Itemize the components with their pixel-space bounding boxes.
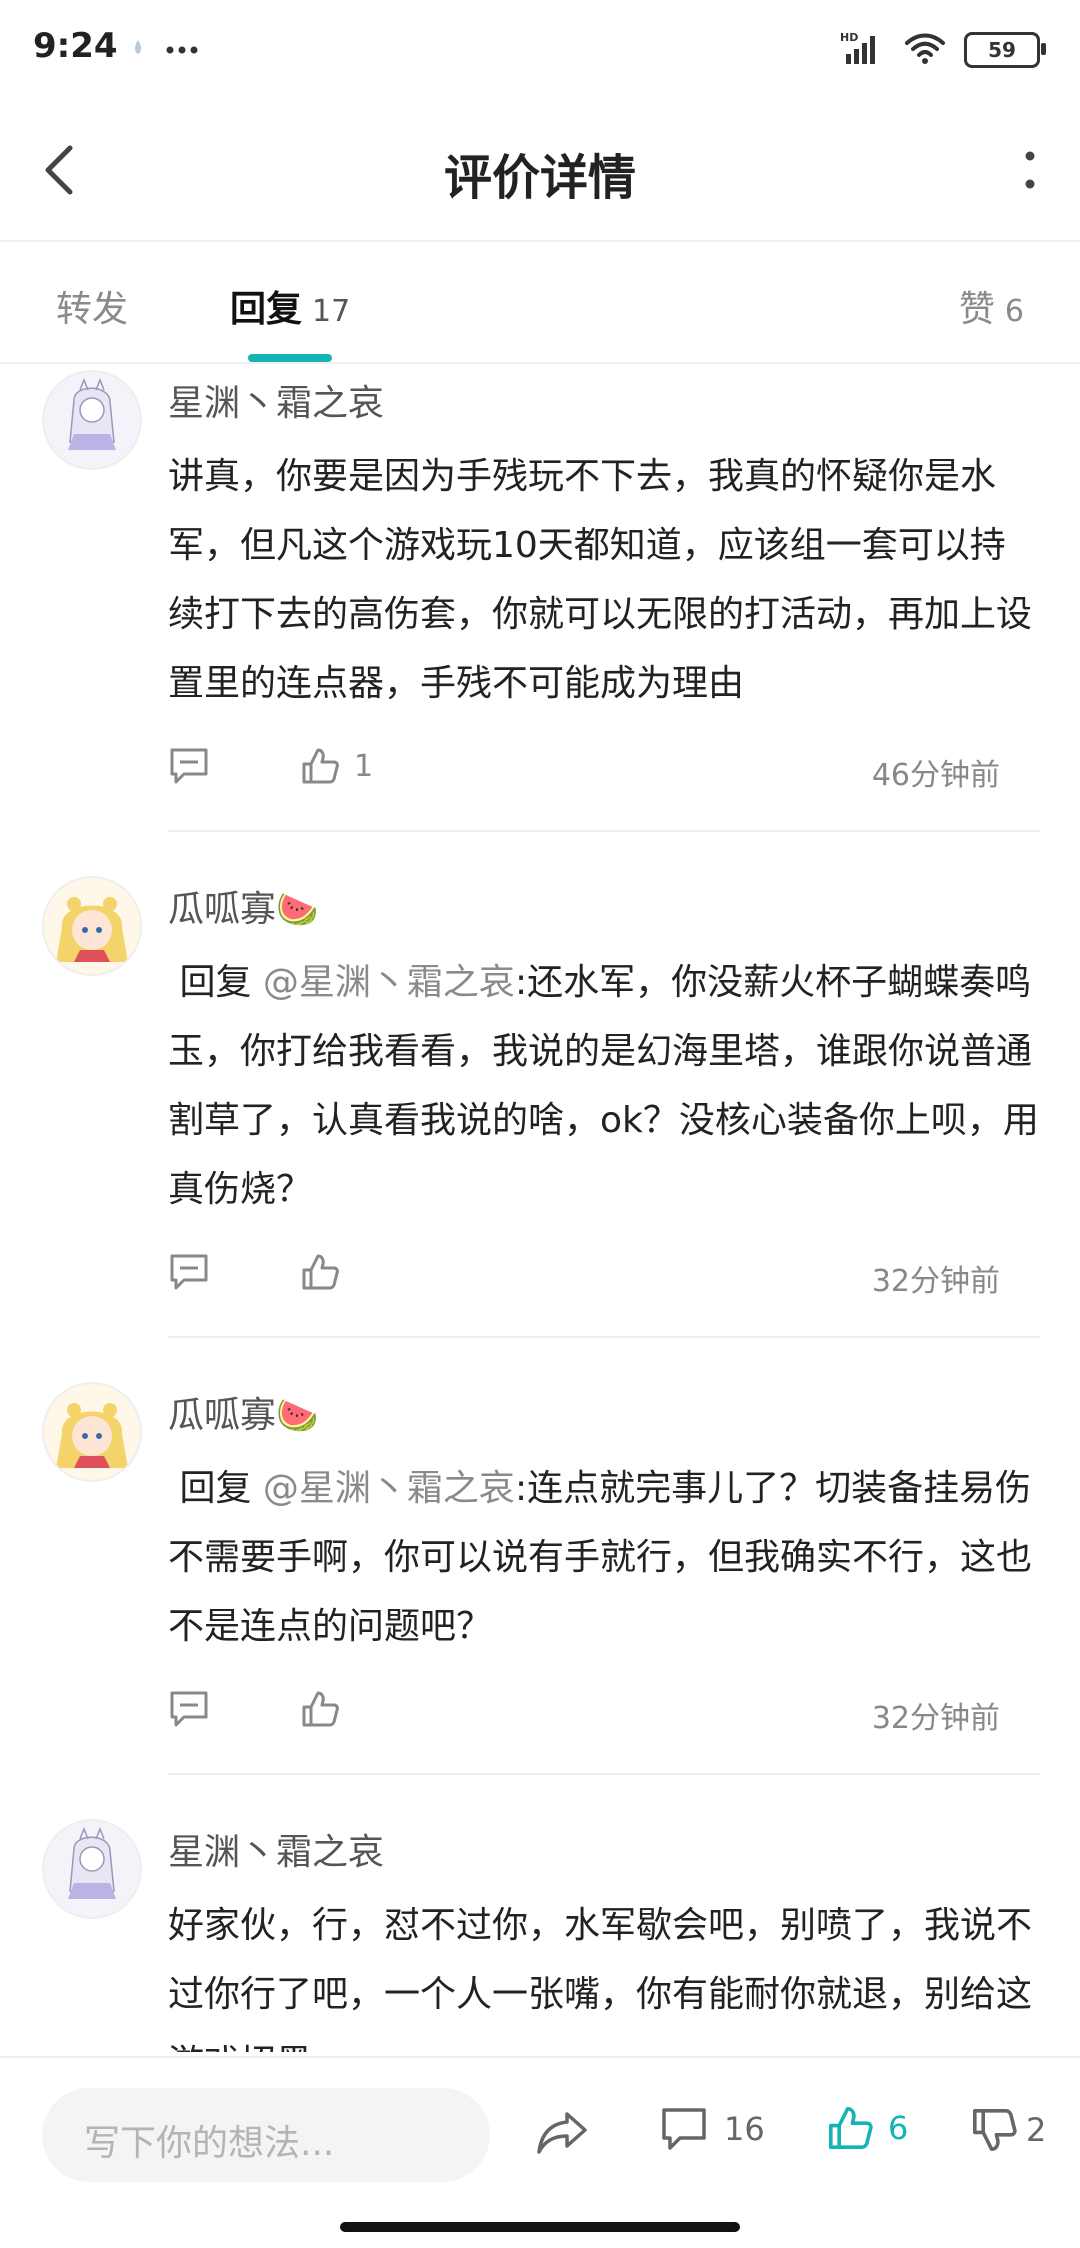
comment-item: 星渊丶霜之哀 好家伙，行，怼不过你，水军歇会吧，别喷了，我说不过你行了吧，一个人… bbox=[0, 1775, 1080, 2052]
signal-icon: HD bbox=[840, 30, 886, 70]
mention-link[interactable]: @星渊丶霜之哀 bbox=[263, 962, 515, 1003]
dislike-count: 2 bbox=[1026, 2111, 1047, 2149]
comment-time: 46分钟前 bbox=[871, 758, 1000, 793]
more-options-icon[interactable] bbox=[1020, 150, 1040, 190]
thumbs-up-icon bbox=[302, 1691, 339, 1727]
thumbs-up-icon bbox=[829, 2107, 873, 2149]
comment-actions: 32分钟前 bbox=[168, 1675, 1040, 1755]
tab-like-label: 赞 bbox=[958, 289, 995, 330]
comment-body: 好家伙，行，怼不过你，水军歇会吧，别喷了，我说不过你行了吧，一个人一张嘴，你有能… bbox=[168, 1905, 1033, 2052]
watermelon-emoji: 🍉 bbox=[276, 1396, 319, 1436]
comment-button[interactable]: 16 bbox=[660, 2106, 765, 2152]
svg-text:HD: HD bbox=[840, 31, 858, 44]
wifi-icon bbox=[904, 31, 946, 69]
reply-icon[interactable] bbox=[168, 1252, 210, 1296]
comment-input-placeholder: 写下你的想法... bbox=[84, 2123, 335, 2164]
comment-username[interactable]: 星渊丶霜之哀 bbox=[168, 1823, 1040, 1883]
comment-body: 讲真，你要是因为手残玩不下去，我真的怀疑你是水军，但凡这个游戏玩10天都知道，应… bbox=[168, 456, 1033, 704]
like-button[interactable]: 1 bbox=[300, 746, 373, 786]
reply-prefix: 回复 bbox=[179, 1468, 252, 1509]
comment-username[interactable]: 星渊丶霜之哀 bbox=[168, 374, 1040, 434]
comment-input[interactable]: 写下你的想法... bbox=[42, 2088, 490, 2182]
comment-item: 瓜呱寡🍉 回复 @星渊丶霜之哀:还水军，你没薪火杯子蝴蝶奏鸣玉，你打给我看看，我… bbox=[0, 832, 1080, 1338]
status-bar: 9:24 HD 59 bbox=[0, 0, 1080, 100]
avatar[interactable] bbox=[42, 370, 142, 470]
like-button[interactable]: 6 bbox=[826, 2104, 908, 2152]
dislike-button[interactable]: 2 bbox=[970, 2106, 1046, 2154]
like-count: 6 bbox=[888, 2109, 909, 2147]
comment-time: 32分钟前 bbox=[871, 1701, 1000, 1736]
thumbs-down-icon bbox=[973, 2109, 1017, 2151]
reply-icon[interactable] bbox=[168, 1689, 210, 1733]
like-button[interactable] bbox=[300, 1252, 354, 1292]
avatar[interactable] bbox=[42, 876, 142, 976]
comment-count: 16 bbox=[724, 2110, 765, 2148]
comment-username[interactable]: 瓜呱寡🍉 bbox=[168, 880, 1040, 940]
comment-username[interactable]: 瓜呱寡🍉 bbox=[168, 1386, 1040, 1446]
notification-icons bbox=[130, 32, 210, 66]
bottom-action-bar: 写下你的想法... 16 6 2 bbox=[0, 2056, 1080, 2206]
comment-item: 星渊丶霜之哀 讲真，你要是因为手残玩不下去，我真的怀疑你是水军，但凡这个游戏玩1… bbox=[0, 362, 1080, 832]
avatar[interactable] bbox=[42, 1382, 142, 1482]
tab-like[interactable]: 赞6 bbox=[959, 280, 1024, 332]
watermelon-emoji: 🍉 bbox=[276, 890, 319, 930]
tab-active-indicator bbox=[248, 354, 332, 362]
avatar[interactable] bbox=[42, 1819, 142, 1919]
share-icon[interactable] bbox=[535, 2108, 589, 2160]
comment-actions: 32分钟前 bbox=[168, 1238, 1040, 1318]
comment-item: 瓜呱寡🍉 回复 @星渊丶霜之哀:连点就完事儿了？切装备挂易伤不需要手啊，你可以说… bbox=[0, 1338, 1080, 1775]
mention-link[interactable]: @星渊丶霜之哀 bbox=[263, 1468, 515, 1509]
page-title: 评价详情 bbox=[443, 150, 636, 206]
reply-icon[interactable] bbox=[168, 746, 210, 790]
tab-reply[interactable]: 回复 17 bbox=[230, 280, 350, 332]
comment-time: 32分钟前 bbox=[871, 1264, 1000, 1299]
tab-like-count: 6 bbox=[1004, 294, 1024, 329]
comment-icon bbox=[662, 2108, 706, 2150]
comment-body: 回复 @星渊丶霜之哀:还水军，你没薪火杯子蝴蝶奏鸣玉，你打给我看看，我说的是幻海… bbox=[168, 948, 1040, 1224]
tab-reply-count: 17 bbox=[312, 294, 351, 329]
like-count: 1 bbox=[354, 748, 374, 784]
thumbs-up-icon bbox=[302, 748, 339, 784]
like-button[interactable] bbox=[300, 1689, 354, 1729]
status-time: 9:24 bbox=[33, 26, 118, 66]
reply-prefix: 回复 bbox=[179, 962, 252, 1003]
tab-bar: 转发 回复 17 赞6 bbox=[0, 242, 1080, 364]
comment-actions: 1 46分钟前 bbox=[168, 732, 1040, 812]
battery-icon: 59 bbox=[964, 32, 1046, 68]
comment-list[interactable]: 星渊丶霜之哀 讲真，你要是因为手残玩不下去，我真的怀疑你是水军，但凡这个游戏玩1… bbox=[0, 362, 1080, 2052]
tab-repost[interactable]: 转发 bbox=[56, 280, 128, 332]
header: 评价详情 bbox=[0, 100, 1080, 242]
comment-body: 回复 @星渊丶霜之哀:连点就完事儿了？切装备挂易伤不需要手啊，你可以说有手就行，… bbox=[168, 1454, 1040, 1661]
home-indicator[interactable] bbox=[340, 2222, 740, 2232]
thumbs-up-icon bbox=[302, 1254, 339, 1290]
tab-reply-label: 回复 bbox=[230, 289, 303, 330]
tab-repost-label: 转发 bbox=[56, 289, 129, 330]
